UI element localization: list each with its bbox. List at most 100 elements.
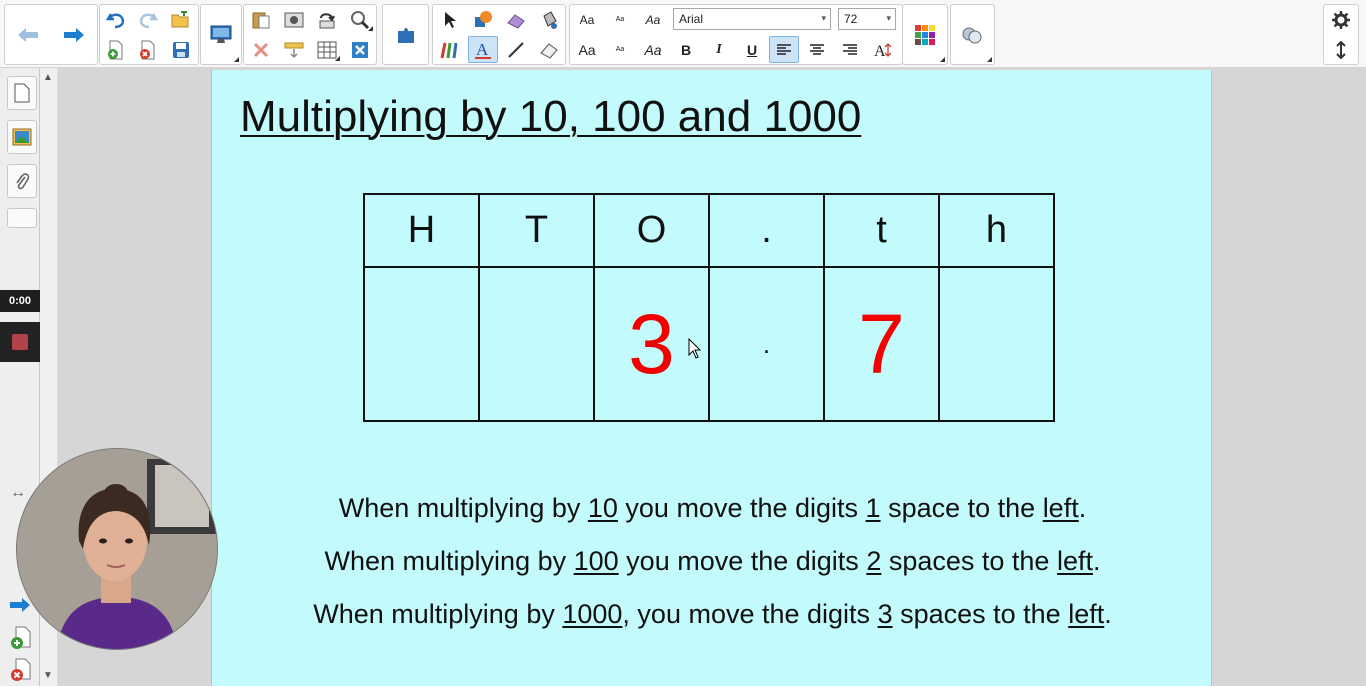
forward-arrow-icon[interactable]: [59, 21, 89, 48]
font-size-icon[interactable]: A: [868, 36, 898, 63]
settings-icon[interactable]: [1326, 6, 1356, 33]
delete-icon[interactable]: [246, 36, 276, 63]
rules-text[interactable]: When multiplying by 10 you move the digi…: [212, 488, 1213, 647]
paste-icon[interactable]: [246, 6, 276, 33]
bold-button[interactable]: B: [671, 36, 701, 63]
rule-direction: left: [1042, 493, 1079, 523]
delete-page-icon[interactable]: [10, 658, 34, 682]
properties-icon[interactable]: [957, 21, 987, 48]
place-value-table[interactable]: H T O . t h 3 . 7: [363, 193, 1055, 422]
rule-text: When multiplying by: [324, 546, 574, 576]
close-box-icon[interactable]: [345, 36, 375, 63]
rule-text: space to the: [880, 493, 1043, 523]
rule-direction: left: [1068, 599, 1105, 629]
move-toolbar-icon[interactable]: [1326, 36, 1356, 63]
font-family-value: Arial: [679, 12, 704, 26]
text-style-2[interactable]: Aa: [605, 6, 635, 33]
undo-icon[interactable]: [101, 6, 131, 33]
edit-group: [243, 4, 377, 65]
rule-text: .: [1078, 493, 1087, 523]
add-page-icon[interactable]: [101, 36, 131, 63]
rule-line-3: When multiplying by 1000, you move the d…: [212, 594, 1213, 647]
toolbar-options-group: [1323, 4, 1359, 65]
magic-pen-icon[interactable]: [345, 6, 375, 33]
text-style-6[interactable]: Aa: [638, 36, 668, 63]
page-sorter-tab[interactable]: [7, 76, 37, 110]
text-style-5[interactable]: Aa: [605, 36, 635, 63]
cell-tenths-digit[interactable]: 7: [823, 266, 940, 422]
screenshade-icon[interactable]: [279, 6, 309, 33]
rule-text: , you move the digits: [622, 599, 878, 629]
addon-icon[interactable]: [391, 21, 421, 48]
rule-direction: left: [1056, 546, 1093, 576]
shapes-icon[interactable]: [468, 6, 498, 33]
delete-page-icon[interactable]: [133, 36, 163, 63]
cell-hundreds: [363, 266, 480, 422]
text-icon[interactable]: A: [468, 36, 498, 63]
header-tenths: t: [823, 193, 940, 268]
eraser-fill-icon[interactable]: [501, 6, 531, 33]
line-icon[interactable]: [501, 36, 531, 63]
header-tens: T: [478, 193, 595, 268]
text-style-4[interactable]: Aa: [572, 36, 602, 63]
select-icon[interactable]: [435, 6, 465, 33]
rule-text: When multiplying by: [338, 493, 588, 523]
cell-tens: [478, 266, 595, 422]
rule-text: you move the digits: [617, 493, 866, 523]
align-left-icon[interactable]: [769, 36, 799, 63]
properties-menu-corner[interactable]: [987, 57, 992, 62]
stop-icon: [12, 334, 28, 350]
italic-button[interactable]: I: [704, 36, 734, 63]
cell-hundredths: [938, 266, 1055, 422]
rule-line-2: When multiplying by 100 you move the dig…: [212, 541, 1213, 594]
text-style-3[interactable]: Aa: [638, 6, 668, 33]
properties-tab[interactable]: [7, 208, 37, 228]
text-style-1[interactable]: Aa: [572, 6, 602, 33]
rule-text: spaces to the: [892, 599, 1069, 629]
table-icon[interactable]: [312, 36, 342, 63]
magic-pen-menu-corner[interactable]: [368, 26, 373, 31]
redo-icon[interactable]: [133, 6, 163, 33]
underline-button[interactable]: U: [737, 36, 767, 63]
file-group: [99, 4, 199, 65]
display-group: [200, 4, 242, 65]
rule-text: you move the digits: [618, 546, 867, 576]
scroll-up-icon[interactable]: ▲: [43, 72, 53, 83]
scroll-down-icon[interactable]: ▼: [43, 670, 53, 681]
chevron-down-icon: ▾: [886, 13, 891, 23]
next-page-icon[interactable]: [8, 597, 32, 618]
screen-shade-icon[interactable]: [279, 36, 309, 63]
align-center-icon[interactable]: [802, 36, 832, 63]
save-icon[interactable]: [166, 36, 196, 63]
display-menu-corner[interactable]: [234, 57, 239, 62]
rule-count: 1: [865, 493, 881, 523]
rule-text: spaces to the: [881, 546, 1057, 576]
page-title[interactable]: Multiplying by 10, 100 and 1000: [240, 92, 861, 142]
slide-canvas[interactable]: Multiplying by 10, 100 and 1000 H T O . …: [211, 70, 1212, 686]
back-arrow-icon[interactable]: [13, 21, 43, 48]
font-size-select[interactable]: 72 ▾: [838, 8, 896, 30]
add-page-icon[interactable]: [10, 626, 34, 650]
stop-recording-button[interactable]: [0, 322, 40, 362]
color-palette-icon[interactable]: [910, 21, 940, 48]
table-row: 3 . 7: [363, 266, 1055, 422]
resize-horizontal-icon[interactable]: ↔: [10, 484, 26, 502]
font-size-value: 72: [844, 12, 858, 26]
presenter-video-image: [17, 449, 217, 649]
color-menu-corner[interactable]: [940, 57, 945, 62]
rule-text: When multiplying by: [313, 599, 563, 629]
header-hundredths: h: [938, 193, 1055, 268]
align-right-icon[interactable]: [835, 36, 865, 63]
font-family-select[interactable]: Arial ▾: [673, 8, 831, 30]
rule-line-1: When multiplying by 10 you move the digi…: [212, 488, 1213, 541]
table-menu-corner[interactable]: [335, 56, 340, 61]
open-icon[interactable]: [166, 6, 196, 33]
eraser-icon[interactable]: [534, 36, 564, 63]
pens-icon[interactable]: [435, 36, 465, 63]
fill-icon[interactable]: [534, 6, 564, 33]
addon-group: [382, 4, 429, 65]
rotate-icon[interactable]: [312, 6, 342, 33]
attachments-tab[interactable]: [7, 164, 37, 198]
display-icon[interactable]: [206, 21, 236, 48]
gallery-tab[interactable]: [7, 120, 37, 154]
